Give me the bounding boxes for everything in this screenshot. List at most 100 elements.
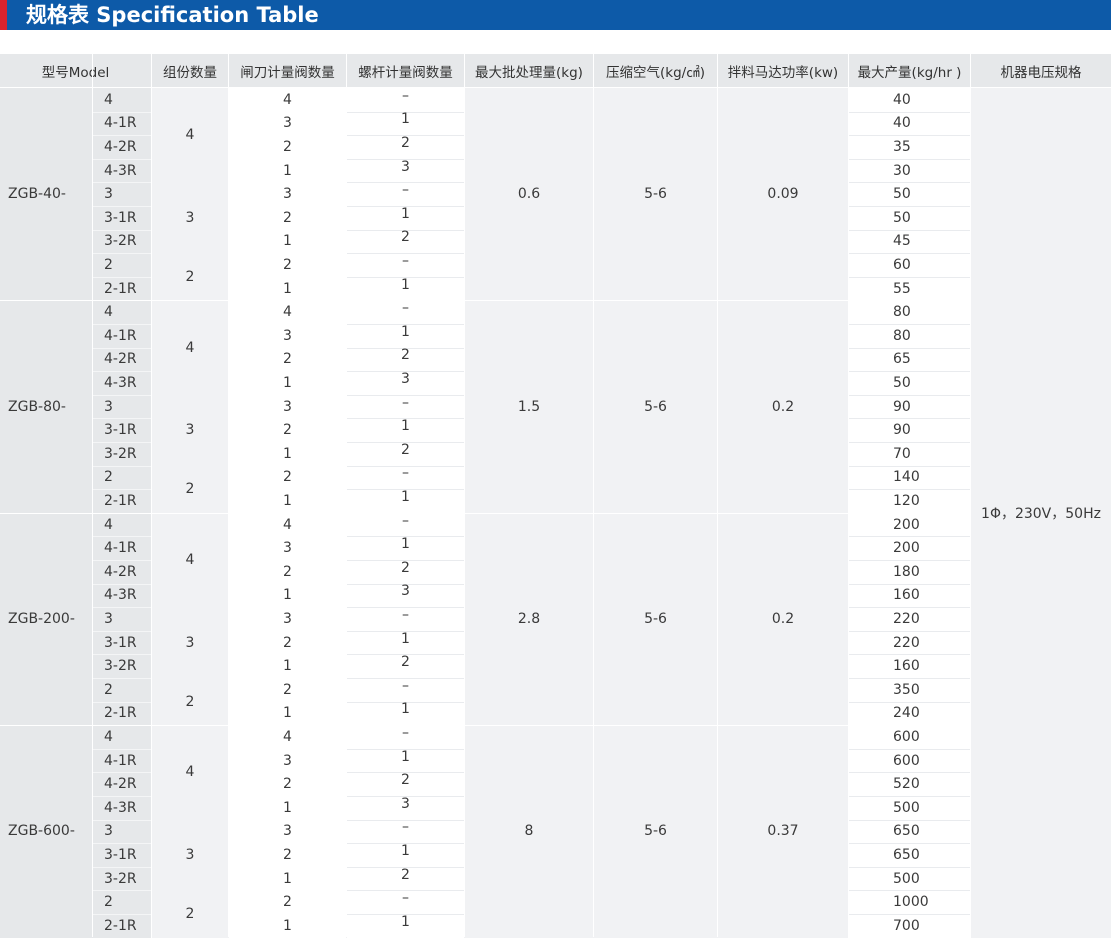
screw-valve-count: 3 <box>401 370 410 387</box>
max-batch-value: 1.5 <box>517 398 541 415</box>
sub-model: 3-2R <box>104 233 137 250</box>
group-count: 2 <box>185 481 195 498</box>
gate-valve-count: 3 <box>229 111 346 136</box>
max-output-value: 500 <box>893 799 920 816</box>
column-separator <box>228 54 229 937</box>
sub-model: 4-2R <box>104 138 137 155</box>
max-output-value: 650 <box>893 846 920 863</box>
gate-valve-count: 3 <box>229 607 346 631</box>
gate-valve-count: 1 <box>229 866 346 891</box>
screw-valve-count: 2 <box>401 866 410 883</box>
sub-model: 2-1R <box>104 280 137 297</box>
max-output-value: 80 <box>893 327 911 344</box>
sub-model: 4 <box>104 728 113 745</box>
header-voltage: 机器电压规格 <box>971 54 1111 87</box>
sub-model: 4 <box>104 516 113 533</box>
max-output-value: 160 <box>893 587 920 604</box>
sub-model: 4 <box>104 304 113 321</box>
air-pressure-value: 5-6 <box>644 186 667 203</box>
max-output-value: 55 <box>893 280 911 297</box>
screw-valve-count: 1 <box>401 111 410 128</box>
max-output-value: 50 <box>893 186 911 203</box>
max-output-value: 140 <box>893 469 920 486</box>
screw-valve-count: 2 <box>401 772 410 789</box>
sub-model: 2 <box>104 894 113 911</box>
screw-valve-count: 1 <box>401 842 410 859</box>
screw-valve-count: 2 <box>401 229 410 246</box>
column-separator <box>151 54 152 937</box>
block-divider <box>0 725 970 727</box>
gate-valve-count: 3 <box>229 394 346 419</box>
group-count: 3 <box>185 846 195 863</box>
max-output-value: 50 <box>893 374 911 391</box>
sub-model: 3 <box>104 398 113 415</box>
sub-model: 4-1R <box>104 752 137 769</box>
max-batch-value: 0.6 <box>517 186 541 203</box>
sub-model: 2 <box>104 681 113 698</box>
sub-model: 4-1R <box>104 115 137 132</box>
max-output-value: 30 <box>893 162 911 179</box>
gate-valve-count: 1 <box>229 371 346 395</box>
screw-valve-count: – <box>402 819 409 836</box>
max-output-value: 600 <box>893 752 920 769</box>
gate-valve-count: 1 <box>229 701 346 726</box>
screw-valve-count: 1 <box>401 323 410 340</box>
screw-valve-count: 2 <box>401 654 410 671</box>
sub-model: 4-3R <box>104 374 137 391</box>
column-separator <box>717 54 718 937</box>
max-output-value: 1000 <box>893 894 929 911</box>
air-pressure-value: 5-6 <box>644 823 667 840</box>
sub-model: 2-1R <box>104 492 137 509</box>
gate-valve-count: 3 <box>229 748 346 773</box>
sub-model: 3 <box>104 186 113 203</box>
gate-valve-count: 1 <box>229 229 346 254</box>
sub-model: 3-2R <box>104 870 137 887</box>
header-max-batch: 最大批处理量(kg) <box>465 54 593 87</box>
screw-valve-count: – <box>402 182 409 199</box>
max-output-value: 500 <box>893 870 920 887</box>
max-output-value: 180 <box>893 563 920 580</box>
gate-valve-count: 3 <box>229 536 346 560</box>
header-motor: 拌料马达功率(kw) <box>718 54 848 87</box>
sub-model: 4-2R <box>104 351 137 368</box>
max-output-value: 90 <box>893 422 911 439</box>
gate-valve-count: 2 <box>229 135 346 159</box>
screw-valve-count: 1 <box>401 276 410 293</box>
gate-valve-count: 2 <box>229 347 346 372</box>
column-separator <box>970 54 971 937</box>
sub-model: 4 <box>104 91 113 108</box>
gate-valve-count: 1 <box>229 158 346 183</box>
gate-valve-count: 4 <box>229 512 346 537</box>
group-count: 4 <box>185 127 195 144</box>
gate-valve-count: 1 <box>229 796 346 820</box>
screw-valve-count: – <box>402 677 409 694</box>
group-count: 2 <box>185 268 195 285</box>
gate-valve-count: 2 <box>229 560 346 584</box>
motor-power-value: 0.2 <box>771 610 795 627</box>
group-count: 4 <box>185 764 195 781</box>
gate-valve-count: 1 <box>229 654 346 678</box>
sub-model: 3-1R <box>104 209 137 226</box>
block-divider <box>0 512 970 514</box>
max-output-value: 70 <box>893 445 911 462</box>
max-batch-value: 8 <box>524 823 534 840</box>
header-air: 压缩空气(kg/㎠) <box>594 54 717 87</box>
sub-model: 4-1R <box>104 327 137 344</box>
column-separator <box>346 54 347 937</box>
column-separator <box>848 54 849 937</box>
header-gate-valves: 闸刀计量阀数量 <box>229 54 346 87</box>
max-output-value: 600 <box>893 728 920 745</box>
gate-valve-count: 1 <box>229 276 346 301</box>
max-output-value: 240 <box>893 705 920 722</box>
screw-valve-count: 2 <box>401 441 410 458</box>
model-name: ZGB-80- <box>8 398 66 415</box>
screw-valve-count: 1 <box>401 418 410 435</box>
max-output-value: 200 <box>893 516 920 533</box>
max-output-value: 700 <box>893 917 920 934</box>
sub-model: 3-1R <box>104 846 137 863</box>
max-output-value: 650 <box>893 823 920 840</box>
max-output-value: 220 <box>893 610 920 627</box>
screw-valve-count: 3 <box>401 795 410 812</box>
motor-power-value: 0.2 <box>771 398 795 415</box>
screw-valve-count: 2 <box>401 347 410 364</box>
